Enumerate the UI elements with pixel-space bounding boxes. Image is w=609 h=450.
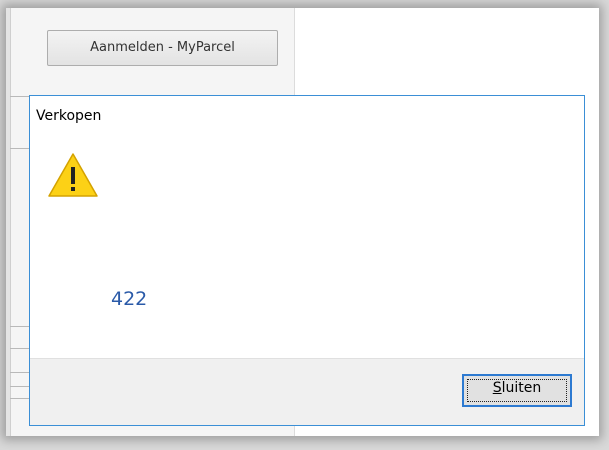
message-dialog: Verkopen 422 Sluiten xyxy=(29,95,585,426)
warning-icon xyxy=(48,153,98,197)
myparcel-login-button[interactable]: Aanmelden - MyParcel xyxy=(47,30,278,66)
close-button[interactable]: Sluiten xyxy=(462,374,572,407)
dialog-title: Verkopen xyxy=(36,108,102,124)
focus-ring xyxy=(467,379,567,402)
error-message: 422 xyxy=(111,288,148,310)
dialog-footer: Sluiten xyxy=(30,358,584,425)
